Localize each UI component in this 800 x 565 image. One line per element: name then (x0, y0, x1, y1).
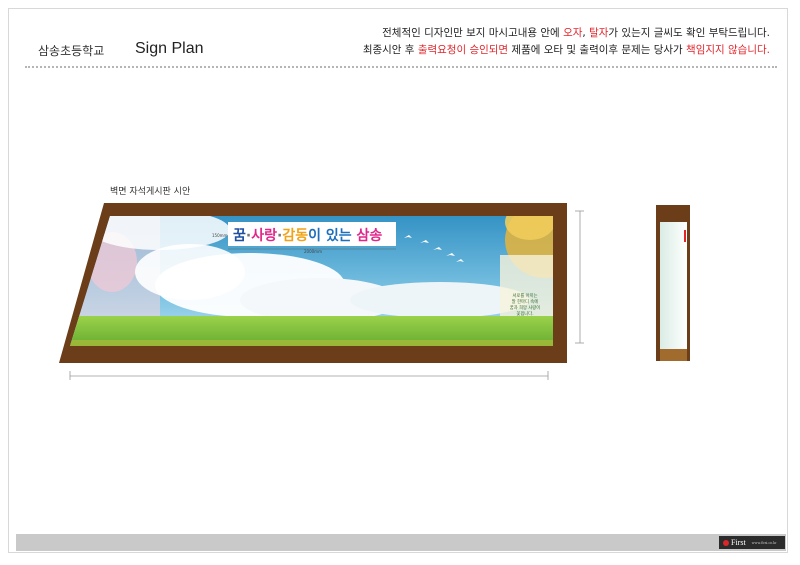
height-dimension (575, 210, 584, 344)
footer-bar (16, 534, 786, 551)
banner-part: 감동 (282, 227, 308, 244)
side-view (656, 205, 690, 361)
banner-part: 이 있는 (308, 227, 356, 244)
banner-part: 사랑 (251, 228, 277, 244)
banner-part: 삼송 (356, 228, 382, 244)
dim-height: 150mm (212, 233, 228, 238)
brand-logo: First www.first.co.kr (719, 536, 785, 549)
note-line: 꿈과 희망 사랑이 (510, 304, 540, 311)
logo-text: First (731, 538, 746, 547)
note-line: 말 한마디 속에 (512, 298, 538, 305)
note-line: 서로를 아끼는 (512, 292, 537, 299)
sign-drawing: 꿈·사랑·감동이 있는 삼송 150mm 2000mm 서로를 아끼는 말 한마디… (59, 203, 690, 380)
width-dimension (69, 371, 549, 380)
banner-title: 꿈·사랑·감동이 있는 삼송 (233, 227, 382, 244)
note-line: 꽃핍니다. (516, 310, 533, 317)
dim-width: 2000mm (304, 249, 322, 254)
banner-part: 꿈 (233, 228, 246, 244)
logo-sub-text: www.first.co.kr (751, 540, 777, 545)
logo-dot-icon (723, 539, 729, 546)
